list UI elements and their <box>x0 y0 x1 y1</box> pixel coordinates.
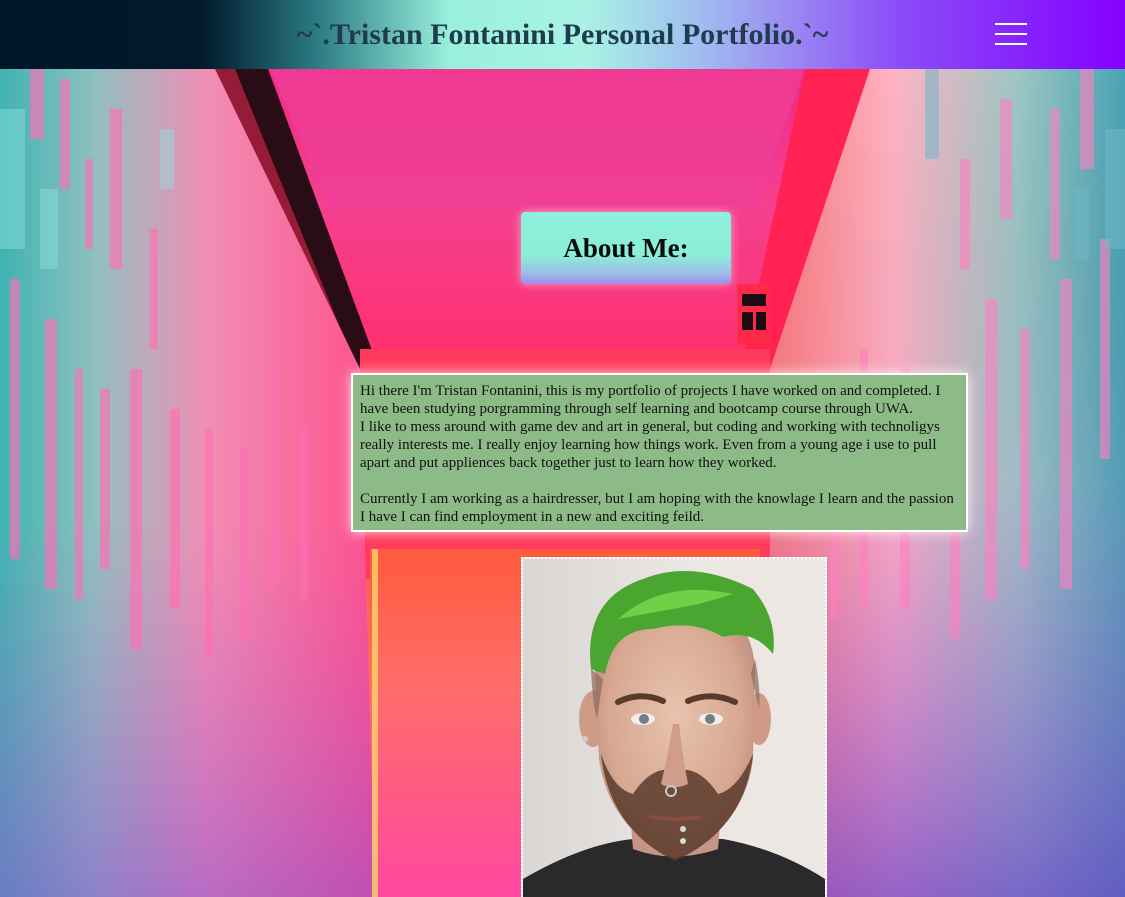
bio-paragraph-1: Hi there I'm Tristan Fontanini, this is … <box>360 383 941 417</box>
about-heading: About Me: <box>521 212 731 284</box>
bio-section: Hi there I'm Tristan Fontanini, this is … <box>351 373 968 532</box>
bio-paragraph-3: Currently I am working as a hairdresser,… <box>360 491 954 525</box>
site-title: ~`.Tristan Fontanini Personal Portfolio.… <box>296 18 829 51</box>
hamburger-menu-button[interactable] <box>991 20 1031 50</box>
bio-paragraph-2: I like to mess around with game dev and … <box>360 419 940 471</box>
site-header: ~`.Tristan Fontanini Personal Portfolio.… <box>0 0 1125 69</box>
profile-photo <box>521 557 827 897</box>
